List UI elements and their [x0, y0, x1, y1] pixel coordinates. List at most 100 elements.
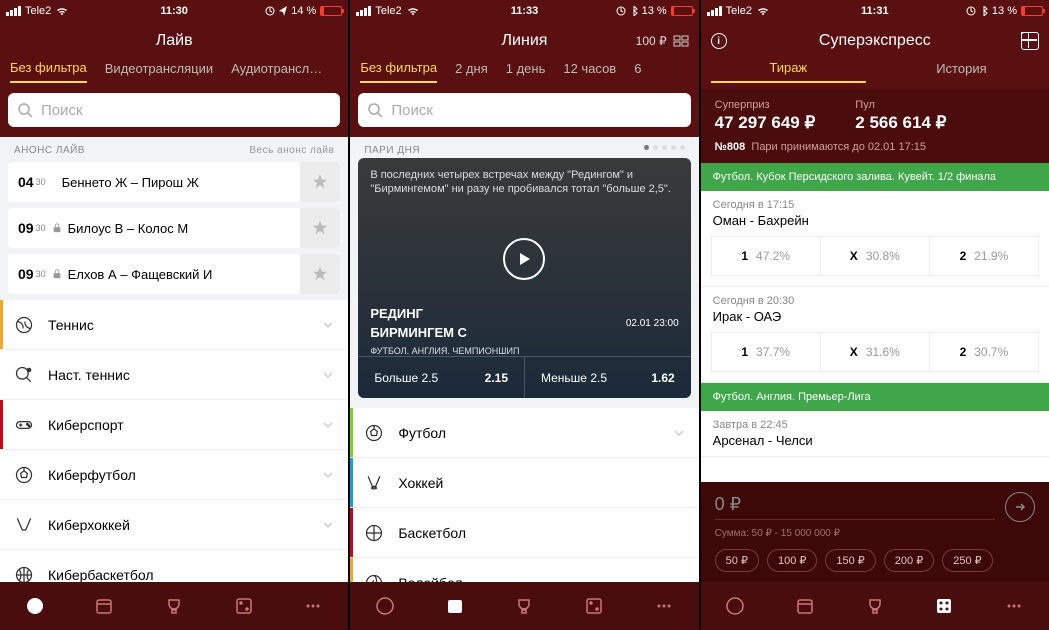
match-row: Сегодня в 17:15 Оман - Бахрейн 147.2% X3… — [701, 191, 1049, 287]
nav-calendar[interactable] — [444, 595, 466, 617]
carrier: Tele2 — [25, 5, 51, 17]
nav-live[interactable] — [374, 595, 396, 617]
tab-history[interactable]: История — [884, 61, 1039, 82]
event-row[interactable]: 0930 Елхов А – Фащевский И — [8, 254, 340, 294]
screen-superexpress: Tele2 11:31 13 % i Суперэкспресс Тираж И… — [701, 0, 1049, 630]
nav-cup[interactable] — [864, 595, 886, 617]
nav-more[interactable] — [1003, 595, 1025, 617]
tab-video[interactable]: Видеотрансляции — [105, 61, 213, 82]
nav-cup[interactable] — [163, 595, 185, 617]
sport-basketball[interactable]: Баскетбол — [350, 508, 698, 558]
bluetooth-icon — [630, 6, 638, 16]
nav-live[interactable] — [724, 595, 746, 617]
play-icon[interactable] — [503, 238, 545, 280]
signal-icon — [356, 6, 371, 16]
anons-all-link[interactable]: Весь анонс лайв — [249, 145, 334, 156]
nav-dice[interactable] — [233, 595, 255, 617]
gamepad-icon — [14, 415, 34, 435]
event-row[interactable]: 0430 Беннето Ж – Пирош Ж — [8, 162, 340, 202]
wifi-icon — [406, 6, 420, 16]
tab-1day[interactable]: 1 день — [506, 61, 546, 82]
tab-2days[interactable]: 2 дня — [455, 61, 488, 82]
screen-live: Tele2 11:30 14 % Лайв Без фильтра Видеот… — [0, 0, 348, 630]
star-button[interactable] — [300, 254, 340, 294]
sport-cyberbasket[interactable]: Кибербаскетбол — [0, 550, 348, 582]
odd-x[interactable]: X30.8% — [821, 237, 930, 275]
odds-row: 147.2% X30.8% 221.9% — [711, 236, 1039, 276]
odd-1[interactable]: 137.7% — [712, 333, 821, 371]
search-placeholder: Поиск — [41, 102, 83, 119]
featured-datetime: 02.01 23:00 — [626, 318, 679, 329]
signal-icon — [6, 6, 21, 16]
grid-icon[interactable] — [1021, 32, 1039, 50]
page-title: Линия — [502, 32, 548, 50]
tab-no-filter[interactable]: Без фильтра — [10, 60, 87, 83]
alarm-icon — [616, 6, 626, 16]
sport-cyberhockey[interactable]: Киберхоккей — [0, 500, 348, 550]
search-input[interactable]: Поиск — [8, 93, 340, 127]
wifi-icon — [55, 6, 69, 16]
odd-over[interactable]: Больше 2.52.15 — [358, 356, 524, 398]
league-header: Футбол. Англия. Премьер-Лига — [701, 383, 1049, 411]
tab-bar — [350, 582, 698, 630]
status-bar: Tele2 11:30 14 % — [0, 0, 348, 22]
battery-icon — [671, 6, 693, 16]
odd-x[interactable]: X31.6% — [821, 333, 930, 371]
filter-tabs: Без фильтра Видеотрансляции Аудиотрансл… — [0, 60, 348, 89]
chip-150[interactable]: 150 ₽ — [825, 549, 875, 572]
tab-6h[interactable]: 6 — [634, 61, 641, 82]
status-bar: Tele2 11:33 13 % — [350, 0, 698, 22]
odd-1[interactable]: 147.2% — [712, 237, 821, 275]
nav-live[interactable] — [24, 595, 46, 617]
odd-2[interactable]: 221.9% — [930, 237, 1038, 275]
header: Линия 100 ₽ — [350, 22, 698, 60]
tennis-icon — [14, 315, 34, 335]
tab-no-filter[interactable]: Без фильтра — [360, 60, 437, 83]
hockey-icon — [364, 473, 384, 493]
signal-icon — [707, 6, 722, 16]
nav-dice[interactable] — [583, 595, 605, 617]
nav-calendar[interactable] — [794, 595, 816, 617]
featured-card[interactable]: В последних четырех встречах между "Реди… — [358, 158, 690, 398]
nav-cup[interactable] — [513, 595, 535, 617]
sport-table-tennis[interactable]: Наст. теннис — [0, 350, 348, 400]
featured-odds: Больше 2.52.15 Меньше 2.51.62 — [358, 356, 690, 398]
star-button[interactable] — [300, 208, 340, 248]
nav-calendar[interactable] — [93, 595, 115, 617]
odds-row: 137.7% X31.6% 230.7% — [711, 332, 1039, 372]
nav-dice[interactable] — [933, 595, 955, 617]
tab-draw[interactable]: Тираж — [711, 60, 866, 83]
tab-audio[interactable]: Аудиотрансл… — [231, 61, 322, 82]
chevron-down-icon — [322, 369, 334, 381]
search-input[interactable]: Поиск — [358, 93, 690, 127]
football-icon — [14, 465, 34, 485]
star-button[interactable] — [300, 162, 340, 202]
sport-esports[interactable]: Киберспорт — [0, 400, 348, 450]
nav-more[interactable] — [653, 595, 675, 617]
hockey-icon — [14, 515, 34, 535]
alarm-icon — [966, 6, 976, 16]
chip-200[interactable]: 200 ₽ — [884, 549, 934, 572]
stake-input[interactable]: 0 ₽ — [715, 494, 995, 520]
chip-250[interactable]: 250 ₽ — [942, 549, 992, 572]
sport-football[interactable]: Футбол — [350, 408, 698, 458]
bluetooth-icon — [980, 6, 988, 16]
odd-2[interactable]: 230.7% — [930, 333, 1038, 371]
event-row[interactable]: 0930 Билоус В – Колос М — [8, 208, 340, 248]
balance[interactable]: 100 ₽ — [636, 34, 689, 48]
chip-100[interactable]: 100 ₽ — [767, 549, 817, 572]
sport-hockey[interactable]: Хоккей — [350, 458, 698, 508]
content-body: АНОНС ЛАЙВ Весь анонс лайв 0430 Беннето … — [0, 137, 348, 582]
sport-cyberfootball[interactable]: Киберфутбол — [0, 450, 348, 500]
nav-more[interactable] — [302, 595, 324, 617]
superprize-value: 47 297 649 ₽ — [715, 113, 816, 133]
sport-volleyball[interactable]: Волейбол — [350, 558, 698, 582]
location-icon — [279, 6, 287, 16]
submit-button[interactable] — [1005, 492, 1035, 522]
tab-12h[interactable]: 12 часов — [563, 61, 616, 82]
layout-icon — [673, 35, 689, 47]
chip-50[interactable]: 50 ₽ — [715, 549, 759, 572]
info-icon[interactable]: i — [711, 33, 727, 49]
odd-under[interactable]: Меньше 2.51.62 — [524, 356, 691, 398]
sport-tennis[interactable]: Теннис — [0, 300, 348, 350]
